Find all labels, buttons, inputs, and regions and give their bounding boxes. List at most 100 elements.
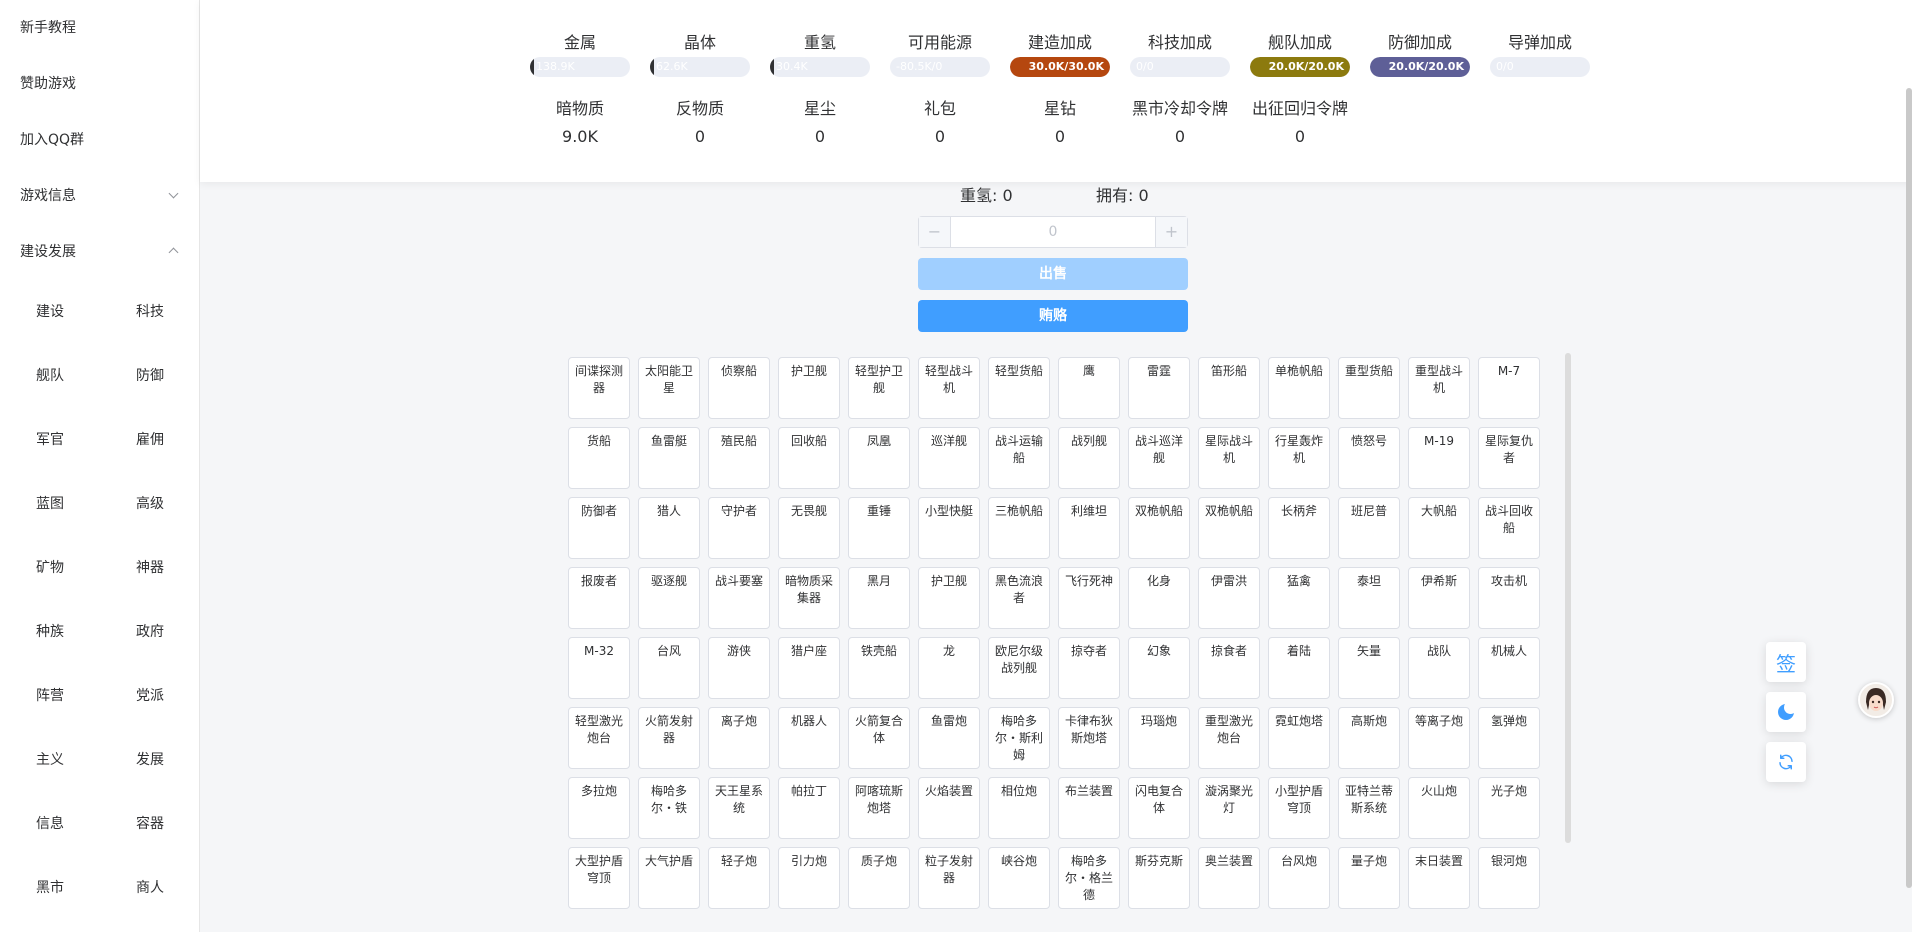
item-card[interactable]: 奥兰装置	[1198, 847, 1260, 909]
item-card[interactable]: 梅哈多尔・铁	[638, 777, 700, 839]
item-card[interactable]: 防御者	[568, 497, 630, 559]
sidebar-subitem[interactable]: 商人	[100, 856, 199, 920]
item-card[interactable]: 护卫舰	[778, 357, 840, 419]
item-card[interactable]: M-7	[1478, 357, 1540, 419]
sidebar-subitem[interactable]: 信息	[0, 792, 100, 856]
item-card[interactable]: 愤怒号	[1338, 427, 1400, 489]
sidebar-subitem[interactable]: 高级	[100, 472, 199, 536]
item-card[interactable]: M-19	[1408, 427, 1470, 489]
item-card[interactable]: 战列舰	[1058, 427, 1120, 489]
item-card[interactable]: 轻型激光炮台	[568, 707, 630, 769]
item-card[interactable]: 幻象	[1128, 637, 1190, 699]
item-card[interactable]: 闪电复合体	[1128, 777, 1190, 839]
item-card[interactable]: 氢弹炮	[1478, 707, 1540, 769]
item-card[interactable]: 漩涡聚光灯	[1198, 777, 1260, 839]
sidebar-subitem[interactable]: 防御	[100, 344, 199, 408]
item-card[interactable]: 掠食者	[1198, 637, 1260, 699]
sidebar-subitem[interactable]: 发展	[100, 728, 199, 792]
sidebar-subitem[interactable]: 军官	[0, 408, 100, 472]
item-card[interactable]: 天王星系统	[708, 777, 770, 839]
item-card[interactable]: 星际复仇者	[1478, 427, 1540, 489]
item-card[interactable]: 战队	[1408, 637, 1470, 699]
item-card[interactable]: 火箭复合体	[848, 707, 910, 769]
item-card[interactable]: 殖民船	[708, 427, 770, 489]
item-card[interactable]: 长柄斧	[1268, 497, 1330, 559]
item-card[interactable]: 着陆	[1268, 637, 1330, 699]
sidebar-subitem[interactable]: 党派	[100, 664, 199, 728]
item-card[interactable]: 战斗回收船	[1478, 497, 1540, 559]
item-card[interactable]: 重型激光炮台	[1198, 707, 1260, 769]
sidebar-subitem[interactable]: 科技	[100, 280, 199, 344]
sidebar-subitem[interactable]: 矿物	[0, 536, 100, 600]
item-card[interactable]: 猎人	[638, 497, 700, 559]
item-card[interactable]: 卡律布狄斯炮塔	[1058, 707, 1120, 769]
item-card[interactable]: 轻型战斗机	[918, 357, 980, 419]
sidebar-subitem[interactable]: 政府	[100, 600, 199, 664]
item-card[interactable]: 侦察船	[708, 357, 770, 419]
item-card[interactable]: 猛禽	[1268, 567, 1330, 629]
item-card[interactable]: 护卫舰	[918, 567, 980, 629]
item-card[interactable]: 火箭发射器	[638, 707, 700, 769]
quantity-input[interactable]: 0	[951, 217, 1155, 247]
item-card[interactable]: 黑色流浪者	[988, 567, 1050, 629]
item-card[interactable]: 轻型护卫舰	[848, 357, 910, 419]
item-card[interactable]: 小型快艇	[918, 497, 980, 559]
item-grid-scrollbar[interactable]	[1565, 353, 1571, 843]
item-card[interactable]: 战斗要塞	[708, 567, 770, 629]
item-card[interactable]: 战斗运输船	[988, 427, 1050, 489]
item-card[interactable]: 重型战斗机	[1408, 357, 1470, 419]
item-card[interactable]: 报废者	[568, 567, 630, 629]
item-card[interactable]: 高斯炮	[1338, 707, 1400, 769]
item-card[interactable]: 飞行死神	[1058, 567, 1120, 629]
item-card[interactable]: 重锤	[848, 497, 910, 559]
sidebar-subitem[interactable]: 主义	[0, 728, 100, 792]
item-card[interactable]: 无畏舰	[778, 497, 840, 559]
increase-button[interactable]: +	[1155, 217, 1187, 247]
item-card[interactable]: 化身	[1128, 567, 1190, 629]
item-card[interactable]: 战斗巡洋舰	[1128, 427, 1190, 489]
item-card[interactable]: M-32	[568, 637, 630, 699]
item-card[interactable]: 伊希斯	[1408, 567, 1470, 629]
item-card[interactable]: 驱逐舰	[638, 567, 700, 629]
item-card[interactable]: 霓虹炮塔	[1268, 707, 1330, 769]
item-card[interactable]: 台风	[638, 637, 700, 699]
item-card[interactable]: 质子炮	[848, 847, 910, 909]
item-card[interactable]: 梅哈多尔・斯利姆	[988, 707, 1050, 769]
item-card[interactable]: 猎户座	[778, 637, 840, 699]
sidebar-item-game-info[interactable]: 游戏信息	[0, 168, 199, 224]
refresh-button[interactable]	[1766, 742, 1806, 782]
item-card[interactable]: 铁壳船	[848, 637, 910, 699]
item-card[interactable]: 布兰装置	[1058, 777, 1120, 839]
item-card[interactable]: 鱼雷炮	[918, 707, 980, 769]
sidebar-item-tutorial[interactable]: 新手教程	[0, 0, 199, 56]
item-card[interactable]: 小型护盾穹顶	[1268, 777, 1330, 839]
item-card[interactable]: 双桅帆船	[1128, 497, 1190, 559]
item-card[interactable]: 班尼普	[1338, 497, 1400, 559]
item-card[interactable]: 大型护盾穹顶	[568, 847, 630, 909]
sidebar-item-qq-group[interactable]: 加入QQ群	[0, 112, 199, 168]
sidebar-subitem[interactable]: 种族	[0, 600, 100, 664]
item-card[interactable]: 鹰	[1058, 357, 1120, 419]
item-card[interactable]: 行星轰炸机	[1268, 427, 1330, 489]
item-card[interactable]: 亚特兰蒂斯系统	[1338, 777, 1400, 839]
sidebar-subitem[interactable]: 建设	[0, 280, 100, 344]
item-card[interactable]: 掠夺者	[1058, 637, 1120, 699]
bribe-button[interactable]: 贿赂	[918, 300, 1188, 332]
item-card[interactable]: 机械人	[1478, 637, 1540, 699]
item-card[interactable]: 矢量	[1338, 637, 1400, 699]
item-card[interactable]: 台风炮	[1268, 847, 1330, 909]
sidebar-subitem[interactable]: 雇佣	[100, 408, 199, 472]
item-card[interactable]: 玛瑙炮	[1128, 707, 1190, 769]
sidebar-subitem[interactable]: 神器	[100, 536, 199, 600]
item-card[interactable]: 粒子发射器	[918, 847, 980, 909]
item-card[interactable]: 银河炮	[1478, 847, 1540, 909]
item-card[interactable]: 量子炮	[1338, 847, 1400, 909]
item-card[interactable]: 等离子炮	[1408, 707, 1470, 769]
sidebar-subitem[interactable]: 蓝图	[0, 472, 100, 536]
item-card[interactable]: 鱼雷艇	[638, 427, 700, 489]
item-card[interactable]: 梅哈多尔・格兰德	[1058, 847, 1120, 909]
item-card[interactable]: 守护者	[708, 497, 770, 559]
item-card[interactable]: 光子炮	[1478, 777, 1540, 839]
item-card[interactable]: 末日装置	[1408, 847, 1470, 909]
item-card[interactable]: 斯芬克斯	[1128, 847, 1190, 909]
